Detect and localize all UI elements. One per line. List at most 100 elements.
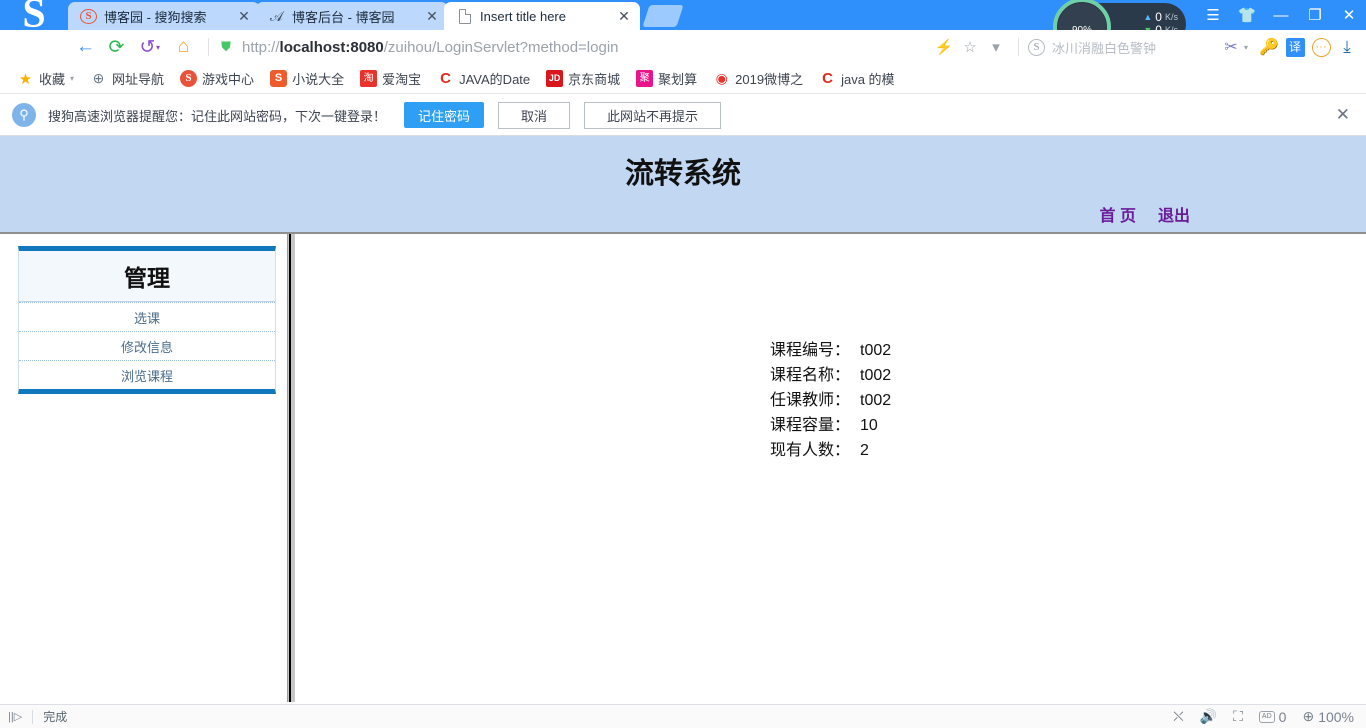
- browser-tab-3-active[interactable]: Insert title here ✕: [444, 2, 640, 30]
- jd-icon: JD: [546, 70, 564, 87]
- detail-row: 课程容量： 10: [770, 418, 891, 434]
- globe-icon: ⊕: [92, 70, 105, 86]
- bookmark-item[interactable]: 聚 聚划算: [629, 67, 704, 91]
- frame-splitter[interactable]: [283, 234, 295, 702]
- search-input[interactable]: S 冰川消融白色警钟: [1028, 33, 1218, 61]
- bookmark-label: 京东商城: [568, 72, 621, 87]
- bookmark-item[interactable]: ◉ 2019微博之: [706, 67, 810, 91]
- never-ask-button[interactable]: 此网站不再提示: [584, 101, 722, 129]
- translate-icon[interactable]: 译: [1282, 34, 1308, 60]
- browser-window: S S 博客园 - 搜狗搜索 ✕ 𝒜 博客后台 - 博客园 ✕ Insert t…: [0, 0, 1366, 728]
- bookmark-label: 网址导航: [112, 72, 165, 87]
- close-icon[interactable]: ✕: [1336, 105, 1354, 125]
- zoom-icon[interactable]: ⊕ 100%: [1302, 708, 1354, 725]
- detail-value: t002: [860, 342, 892, 359]
- detail-label: 课程编号：: [770, 342, 851, 359]
- bookmark-item[interactable]: C JAVA的Date: [430, 67, 537, 91]
- splitter-grip[interactable]: [283, 234, 288, 702]
- download-speed-row: ▼ 0 K/s: [1143, 24, 1178, 31]
- key-icon: ⚲: [12, 103, 36, 127]
- screenshot-scissors-icon[interactable]: ✂: [1218, 34, 1244, 60]
- address-bar[interactable]: ⛊ http://localhost:8080/zuihou/LoginServ…: [218, 32, 931, 62]
- sogou-icon: S: [80, 8, 97, 24]
- cnblogs-c-icon: C: [440, 70, 452, 87]
- skin-icon[interactable]: 👕: [1230, 0, 1264, 30]
- remember-password-button[interactable]: 记住密码: [404, 102, 485, 128]
- speaker-icon[interactable]: 🔊: [1200, 708, 1217, 725]
- bookmark-star-icon[interactable]: ☆: [957, 34, 983, 60]
- bookmark-label: 爱淘宝: [382, 72, 422, 87]
- tab-bar: S S 博客园 - 搜狗搜索 ✕ 𝒜 博客后台 - 博客园 ✕ Insert t…: [0, 0, 1366, 30]
- download-icon[interactable]: ⤓: [1334, 34, 1360, 60]
- divider: [32, 709, 34, 724]
- cancel-button[interactable]: 取消: [498, 101, 571, 129]
- chevron-down-icon[interactable]: ▾: [1244, 43, 1256, 52]
- adblock-count: 0: [1278, 708, 1287, 725]
- reload-icon[interactable]: ⟳: [101, 32, 132, 62]
- bookmark-item[interactable]: C java 的模: [812, 67, 901, 91]
- bookmark-label: java 的模: [841, 72, 895, 87]
- detail-value: t002: [860, 392, 892, 409]
- shield-icon[interactable]: ⛌: [1173, 708, 1183, 725]
- sogou-search-icon: S: [1028, 38, 1045, 56]
- chevron-down-icon[interactable]: ▾: [70, 74, 74, 83]
- page-nav: 首 页 退出: [1100, 202, 1190, 226]
- status-bar-icons: ⛌ 🔊 ⛶ AD 0 ⊕ 100%: [1173, 708, 1366, 725]
- tab-title: 博客后台 - 博客园: [292, 9, 395, 25]
- bookmark-item[interactable]: S 游戏中心: [173, 67, 261, 91]
- chevron-down-icon[interactable]: ▾: [156, 43, 168, 52]
- detail-row: 任课教师： t002: [770, 393, 891, 409]
- detail-row: 课程名称： t002: [770, 368, 891, 384]
- page-icon: [456, 8, 473, 25]
- navigation-toolbar: ← ⟳ ↺ ▾ ⌂ ⛊ http://localhost:8080/zuihou…: [0, 30, 1366, 64]
- play-icon[interactable]: ||▷: [8, 710, 22, 723]
- menu-icon[interactable]: ☰: [1196, 0, 1230, 30]
- nav-link-logout[interactable]: 退出: [1158, 202, 1190, 226]
- bookmark-item[interactable]: JD 京东商城: [539, 67, 627, 91]
- browser-tab-2[interactable]: 𝒜 博客后台 - 博客园 ✕: [256, 2, 448, 30]
- close-icon[interactable]: ✕: [234, 8, 254, 25]
- detail-label: 课程容量：: [770, 417, 851, 434]
- sidebar-item-select-course[interactable]: 选课: [19, 302, 275, 331]
- password-key-icon[interactable]: 🔑: [1256, 34, 1282, 60]
- sidebar-menu: 管理 选课 修改信息 浏览课程: [18, 246, 276, 394]
- home-icon[interactable]: ⌂: [168, 32, 199, 62]
- new-tab-button[interactable]: [642, 5, 684, 27]
- gauge-value: 90: [1071, 24, 1084, 31]
- divider: [208, 38, 209, 56]
- bookmark-label: JAVA的Date: [459, 72, 531, 87]
- notification-message: 搜狗高速浏览器提醒您：记住此网站密码，下次一键登录！: [48, 108, 387, 124]
- close-icon[interactable]: ✕: [1332, 0, 1366, 30]
- detail-label: 任课教师：: [770, 392, 851, 409]
- maximize-icon[interactable]: ❐: [1298, 0, 1332, 30]
- toolbox-icon[interactable]: ⛶: [1233, 708, 1243, 725]
- more-icon[interactable]: ···: [1308, 34, 1334, 60]
- bookmark-item[interactable]: S 小说大全: [263, 67, 351, 91]
- cnblogs-icon: 𝒜: [269, 7, 284, 24]
- close-icon[interactable]: ✕: [422, 8, 442, 25]
- tab-title: 博客园 - 搜狗搜索: [104, 9, 207, 25]
- toolbar-right-icons: ✂ ▾ 🔑 译 ··· ⤓: [1218, 34, 1366, 60]
- sogou-icon: S: [180, 70, 198, 87]
- close-icon[interactable]: ✕: [614, 8, 634, 25]
- bookmark-label: 收藏: [39, 72, 66, 87]
- back-icon[interactable]: ←: [70, 32, 101, 62]
- nav-link-home[interactable]: 首 页: [1100, 202, 1136, 226]
- bookmark-item[interactable]: 淘 爱淘宝: [353, 67, 428, 91]
- adblock-icon[interactable]: AD 0: [1258, 708, 1287, 725]
- course-detail: 课程编号： t002 课程名称： t002 任课教师： t002 课程容量： 1…: [770, 343, 891, 468]
- sidebar-item-browse-courses[interactable]: 浏览课程: [19, 360, 275, 389]
- novel-icon: S: [270, 70, 288, 87]
- shield-check-icon: ⛊: [221, 39, 231, 54]
- arrow-up-icon: ▲: [1143, 12, 1153, 22]
- boost-icon[interactable]: ⚡: [931, 34, 957, 60]
- browser-tab-1[interactable]: S 博客园 - 搜狗搜索 ✕: [68, 2, 260, 30]
- chevron-down-icon[interactable]: ▾: [983, 34, 1009, 60]
- bookmark-favorites[interactable]: ★ 收藏 ▾: [10, 67, 81, 91]
- sidebar-item-edit-info[interactable]: 修改信息: [19, 331, 275, 360]
- minimize-icon[interactable]: —: [1264, 0, 1298, 30]
- taobao-icon: 淘: [360, 70, 378, 87]
- detail-label: 课程名称：: [770, 367, 851, 384]
- tab-title: Insert title here: [480, 8, 566, 24]
- bookmark-item[interactable]: ⊕ 网址导航: [83, 67, 171, 91]
